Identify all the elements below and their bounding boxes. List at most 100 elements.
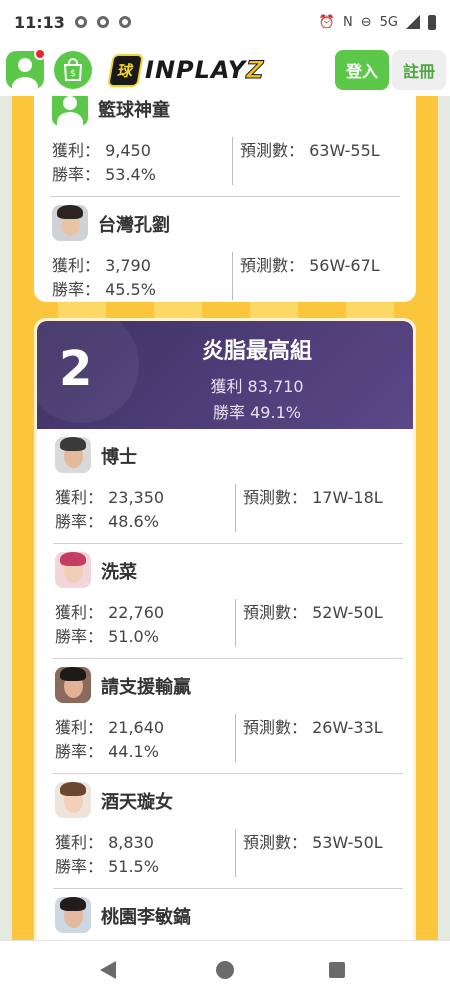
brand-badge: 球 <box>107 53 144 87</box>
profit-value: 8,830 <box>108 833 154 852</box>
pred-label: 預測數： <box>243 603 308 622</box>
user-photo-avatar-icon <box>52 205 88 241</box>
profit-value: 23,350 <box>108 488 165 507</box>
player-name: 洗菜 <box>101 562 137 583</box>
win-rate-stat: 勝率： 53.4% <box>52 161 156 185</box>
profit-stat: 獲利： 22,760 <box>55 599 164 623</box>
alarm-icon: ⏰ <box>318 14 335 30</box>
rate-label: 勝率： <box>52 165 101 184</box>
rate-label: 勝率： <box>55 857 104 876</box>
rate-value: 45.5% <box>105 280 156 299</box>
group-rank: 2 <box>59 341 93 397</box>
prediction-stat: 預測數： 53W-50L <box>243 829 383 853</box>
profit-stat: 獲利： 23,350 <box>55 484 164 508</box>
profit-stat: 獲利： 8,830 <box>55 829 154 853</box>
register-button[interactable]: 註冊 <box>392 50 446 90</box>
pred-value: 56W-67L <box>309 256 380 275</box>
background-edge <box>438 96 450 940</box>
profit-stat: 獲利： 9,450 <box>52 137 151 161</box>
recent-apps-icon[interactable] <box>329 962 345 978</box>
divider-vertical <box>232 252 233 300</box>
prediction-stat: 預測數： 26W-33L <box>243 714 383 738</box>
shopping-bag-icon: $ <box>63 58 83 81</box>
app-header: $ 球 INPLAYZ 登入 註冊 <box>0 44 450 96</box>
win-rate-stat: 勝率： 48.6% <box>55 508 159 532</box>
network-label: 5G <box>379 14 398 30</box>
player-name: 博士 <box>101 447 137 468</box>
user-photo-avatar-icon <box>55 897 91 933</box>
player-row[interactable]: 桃園李敏鎬 <box>53 889 403 940</box>
status-indicators: ⏰ N ⊖ 5G <box>318 14 436 30</box>
player-name: 台灣孔劉 <box>98 215 170 236</box>
divider-vertical <box>235 714 236 762</box>
user-photo-avatar-icon <box>55 552 91 588</box>
dnd-icon: ⊖ <box>360 14 372 30</box>
user-icon <box>18 58 32 72</box>
pred-label: 預測數： <box>240 141 305 160</box>
pred-label: 預測數： <box>240 256 305 275</box>
player-row[interactable]: 請支援輸贏 獲利： 21,640 勝率： 44.1% 預測數： 26W-33L <box>53 659 403 774</box>
divider-vertical <box>232 137 233 185</box>
group-title: 炎脂最高組 <box>201 339 312 364</box>
rate-value: 51.0% <box>108 627 159 646</box>
player-row[interactable]: 台灣孔劉 獲利： 3,790 勝率： 45.5% 預測數： 56W-67L <box>50 197 400 300</box>
rate-value: 51.5% <box>108 857 159 876</box>
leaderboard-content[interactable]: 籃球神童 獲利： 9,450 勝率： 53.4% 預測數： 63W-55L 台灣… <box>0 96 450 940</box>
rate-label: 勝率： <box>55 742 104 761</box>
profit-label: 獲利： <box>55 488 104 507</box>
brand-logo[interactable]: 球 INPLAYZ <box>107 50 265 90</box>
rate-label: 勝率： <box>55 512 104 531</box>
group-profit: 獲利 83,710 <box>210 377 304 396</box>
rate-label: 勝率： <box>55 627 104 646</box>
divider-vertical <box>235 599 236 647</box>
status-time: 11:13 <box>14 12 65 32</box>
profit-label: 獲利： <box>55 833 104 852</box>
prediction-stat: 預測數： 56W-67L <box>240 252 380 276</box>
rate-value: 53.4% <box>105 165 156 184</box>
pred-value: 53W-50L <box>312 833 383 852</box>
default-user-avatar-icon <box>52 96 88 126</box>
nfc-icon: N <box>343 14 353 30</box>
player-name: 酒天璇女 <box>101 792 173 813</box>
shop-button[interactable]: $ <box>54 51 92 89</box>
prediction-stat: 預測數： 17W-18L <box>243 484 383 508</box>
home-icon[interactable] <box>216 961 234 979</box>
rate-value: 48.6% <box>108 512 159 531</box>
profit-label: 獲利： <box>52 256 101 275</box>
profit-stat: 獲利： 21,640 <box>55 714 164 738</box>
player-row[interactable]: 博士 獲利： 23,350 勝率： 48.6% 預測數： 17W-18L <box>53 429 403 544</box>
login-button[interactable]: 登入 <box>335 50 389 90</box>
signal-icon <box>406 15 420 29</box>
background-edge <box>0 96 12 940</box>
rate-value: 44.1% <box>108 742 159 761</box>
profit-value: 22,760 <box>108 603 165 622</box>
app-notification-icon <box>96 16 109 28</box>
status-bar: 11:13 ⏰ N ⊖ 5G <box>0 0 450 44</box>
prediction-stat: 預測數： 52W-50L <box>243 599 383 623</box>
pred-value: 26W-33L <box>312 718 383 737</box>
player-name: 桃園李敏鎬 <box>101 907 191 928</box>
pred-label: 預測數： <box>243 488 308 507</box>
brand-text-main: INPLAY <box>145 56 247 84</box>
divider-vertical <box>235 829 236 877</box>
group-header[interactable]: 2 炎脂最高組 獲利 83,710 勝率 49.1% <box>37 321 413 429</box>
profit-label: 獲利： <box>55 603 104 622</box>
profit-label: 獲利： <box>55 718 104 737</box>
player-name: 籃球神童 <box>98 100 170 121</box>
profit-label: 獲利： <box>52 141 101 160</box>
user-icon-body <box>12 77 38 89</box>
pred-value: 17W-18L <box>312 488 383 507</box>
player-row[interactable]: 籃球神童 獲利： 9,450 勝率： 53.4% 預測數： 63W-55L <box>50 96 400 197</box>
group-win-rate: 勝率 49.1% <box>213 403 301 422</box>
profit-stat: 獲利： 3,790 <box>52 252 151 276</box>
brand-text: INPLAYZ <box>145 56 265 85</box>
user-photo-avatar-icon <box>55 437 91 473</box>
win-rate-stat: 勝率： 51.5% <box>55 853 159 877</box>
player-row[interactable]: 洗菜 獲利： 22,760 勝率： 51.0% 預測數： 52W-50L <box>53 544 403 659</box>
battery-icon <box>428 14 436 30</box>
profit-value: 9,450 <box>105 141 151 160</box>
player-row[interactable]: 酒天璇女 獲利： 8,830 勝率： 51.5% 預測數： 53W-50L <box>53 774 403 889</box>
system-navigation-bar <box>0 940 450 1000</box>
back-icon[interactable] <box>100 961 116 979</box>
brand-text-z: Z <box>246 56 265 85</box>
